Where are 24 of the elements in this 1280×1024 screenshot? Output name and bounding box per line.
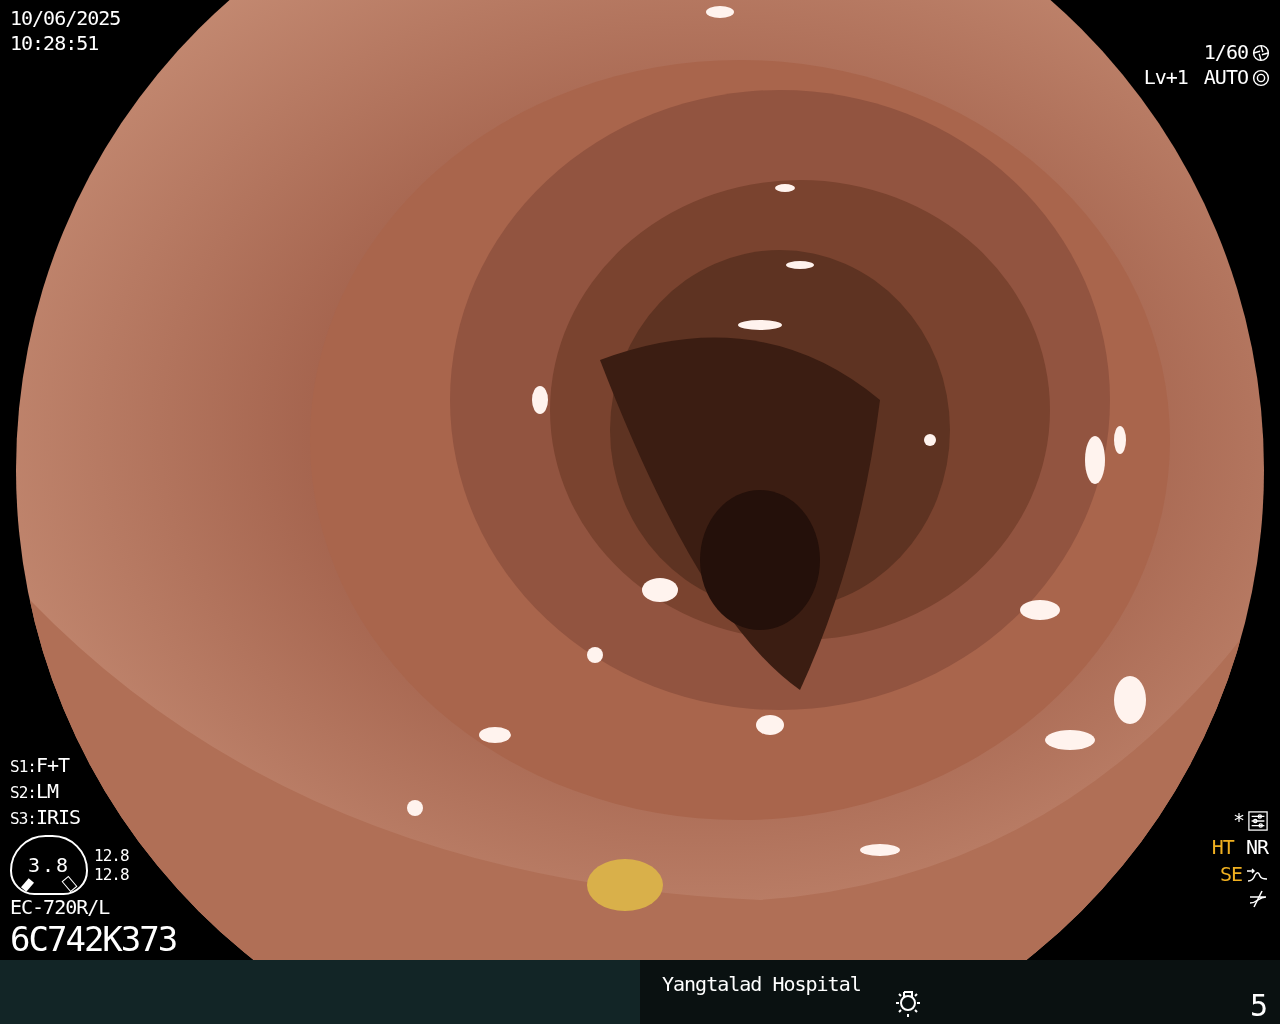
asterisk-mark: * [1232, 808, 1244, 833]
aperture-icon [1252, 43, 1270, 62]
switch-setting: S2:LM [10, 779, 60, 805]
edge-curve-icon [1246, 866, 1268, 883]
iris-mode: AUTO [1203, 65, 1248, 90]
brightness-level: Lv+1 [1143, 65, 1188, 90]
not-equal-icon [1248, 889, 1268, 909]
time: 10:28:51 [10, 31, 100, 56]
switch-setting: S1:F+T [10, 753, 71, 779]
shutter-speed: 1/60 [1203, 40, 1248, 65]
frame-number: 5 [1249, 988, 1268, 1023]
zoom-indicator: 3.8 [10, 835, 88, 895]
zoom-reading: 12.8 [94, 865, 129, 884]
date: 10/06/2025 [10, 6, 121, 31]
scope-serial: 6C742K373 [10, 920, 177, 958]
switch-setting: S3:IRIS [10, 805, 82, 831]
enhancement-label: SE [1219, 862, 1242, 887]
hospital-name: Yangtalad Hospital [662, 972, 861, 997]
enhancement-label: HT [1211, 835, 1234, 860]
enhancement-label: NR [1245, 835, 1268, 860]
iris-icon [1252, 68, 1270, 87]
zoom-reading: 12.8 [94, 846, 129, 865]
scope-model: EC-720R/L [10, 895, 111, 920]
sliders-icon [1248, 810, 1268, 831]
